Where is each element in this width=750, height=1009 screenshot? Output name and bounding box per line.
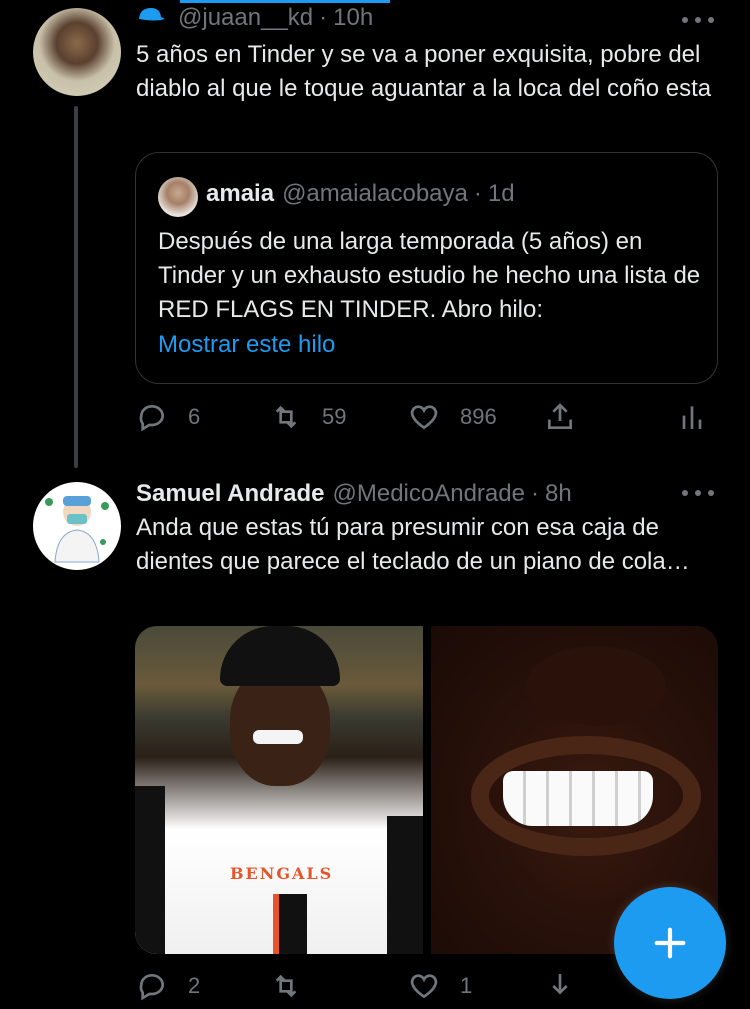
quote-name: amaia (206, 180, 275, 207)
quoted-tweet[interactable]: amaia @amaialacobaya · 1d Después de una… (135, 152, 718, 384)
reply-button[interactable]: 2 (136, 966, 200, 1006)
plus-icon (654, 927, 686, 959)
tweet2-dot: · (530, 480, 539, 507)
avatar-samuel[interactable] (33, 482, 121, 570)
heart-icon (410, 405, 438, 430)
download-button[interactable] (544, 966, 576, 1006)
avatar-juaan[interactable] (33, 8, 121, 96)
reply-icon (139, 404, 164, 432)
share-icon (548, 403, 572, 429)
retweet-button[interactable]: 59 (270, 397, 346, 437)
tweet1-time[interactable]: 10h (333, 4, 373, 32)
quote-handle: @amaialacobaya (282, 180, 468, 207)
cap-icon (136, 4, 166, 32)
tweet2-name[interactable]: Samuel Andrade (136, 480, 325, 508)
retweet-button[interactable] (270, 966, 322, 1006)
player-cap (220, 626, 340, 686)
download-icon (552, 974, 568, 995)
like-count: 896 (460, 404, 497, 429)
media-image-player[interactable]: BENGALS (135, 626, 423, 954)
like-count: 1 (460, 973, 473, 998)
retweet-icon (275, 974, 297, 998)
heart-icon (410, 974, 438, 999)
reply-icon (139, 973, 164, 1001)
like-button[interactable]: 896 (408, 397, 497, 437)
jersey-stripe-left (135, 786, 165, 954)
compose-tweet-button[interactable] (614, 887, 726, 999)
quote-text: Después de una larga temporada (5 años) … (158, 228, 701, 323)
jersey-number (273, 894, 307, 954)
like-button[interactable]: 1 (408, 966, 472, 1006)
jersey-text: BENGALS (230, 864, 334, 883)
tweet2-header: Samuel Andrade @MedicoAndrade · 8h (136, 477, 572, 511)
tweet1-text: 5 años en Tinder y se va a poner exquisi… (136, 41, 712, 102)
jersey-stripe-right (387, 816, 423, 954)
closeup-nose (526, 646, 666, 726)
avatar-amaia (158, 177, 198, 217)
tweet1-actions: 6 59 896 (136, 397, 716, 437)
quote-dot: · (473, 180, 482, 207)
thread-connector-line (74, 106, 78, 468)
analytics-button[interactable] (676, 397, 708, 437)
tweet2-time[interactable]: 8h (545, 480, 572, 508)
tweet1-dot: · (319, 4, 328, 31)
retweet-icon (275, 405, 297, 429)
share-button[interactable] (544, 397, 576, 437)
retweet-count: 59 (322, 404, 347, 429)
reply-count: 6 (188, 404, 201, 429)
reply-button[interactable]: 6 (136, 397, 200, 437)
tweet2-handle[interactable]: @MedicoAndrade (333, 480, 525, 508)
tweet1-header: @juaan__kd · 10h (136, 1, 373, 35)
tweet1-handle[interactable]: @juaan__kd (178, 4, 313, 32)
tweet2-text: Anda que estas tú para presumir con esa … (136, 514, 690, 575)
closeup-teeth (503, 771, 653, 826)
quote-time: 1d (487, 180, 515, 207)
quote-header: amaia @amaialacobaya · 1d (206, 180, 515, 208)
analytics-icon (682, 406, 702, 429)
reply-count: 2 (188, 973, 201, 998)
show-thread-link[interactable]: Mostrar este hilo (158, 331, 335, 359)
player-grin (253, 730, 303, 744)
more-options-icon[interactable] (682, 483, 714, 503)
more-options-icon[interactable] (682, 10, 714, 30)
